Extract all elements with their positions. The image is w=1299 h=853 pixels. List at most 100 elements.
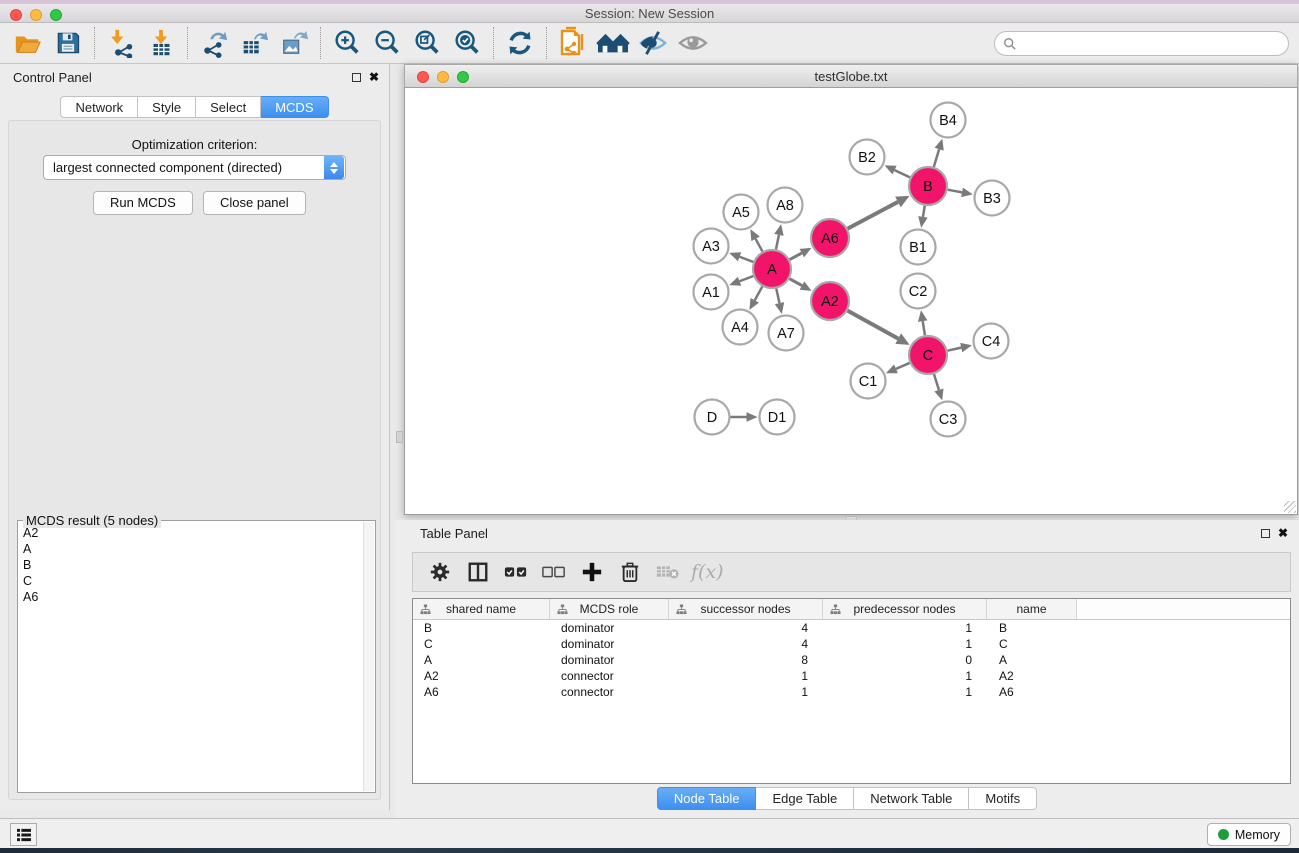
mcds-result-item[interactable]: A2 <box>19 525 362 541</box>
table-row[interactable]: Bdominator41B <box>413 620 1290 636</box>
graph-node-A1[interactable]: A1 <box>694 275 729 310</box>
column-header-shared-name[interactable]: shared name <box>413 599 550 619</box>
cell-predecessor-nodes[interactable]: 1 <box>823 684 987 700</box>
resize-grip-icon[interactable] <box>1284 501 1296 513</box>
show-view-button[interactable] <box>673 25 713 61</box>
graph-node-A6[interactable]: A6 <box>811 219 849 257</box>
tab-motifs[interactable]: Motifs <box>969 787 1037 810</box>
table-row[interactable]: A2connector11A2 <box>413 668 1290 684</box>
graph-edge-C-C4[interactable] <box>948 343 972 352</box>
select-all-button[interactable] <box>499 556 533 588</box>
graph-node-C1[interactable]: C1 <box>851 364 886 399</box>
graph-edge-A-A7[interactable] <box>775 289 784 314</box>
mcds-result-item[interactable]: C <box>19 573 362 589</box>
tab-network[interactable]: Network <box>60 96 138 118</box>
cell-successor-nodes[interactable]: 1 <box>669 668 823 684</box>
cell-mcds-role[interactable]: dominator <box>550 652 669 668</box>
tab-select[interactable]: Select <box>196 96 261 118</box>
table-row[interactable]: Cdominator41C <box>413 636 1290 652</box>
cell-name[interactable]: B <box>987 620 1077 636</box>
graph-edge-B-B1[interactable] <box>918 206 927 228</box>
graph-node-A8[interactable]: A8 <box>768 188 803 223</box>
cell-name[interactable]: A6 <box>987 684 1077 700</box>
graph-node-C[interactable]: C <box>909 336 947 374</box>
close-panel-button[interactable]: Close panel <box>203 191 306 215</box>
graph-edge-D-D1[interactable] <box>731 412 758 422</box>
cell-mcds-role[interactable]: dominator <box>550 620 669 636</box>
graph-edge-A-A2[interactable] <box>790 279 812 291</box>
graph-edge-B-B3[interactable] <box>948 188 973 197</box>
graph-node-B2[interactable]: B2 <box>850 140 885 175</box>
float-panel-icon[interactable] <box>352 73 361 82</box>
graph-edge-B-B4[interactable] <box>934 139 944 167</box>
result-scrollbar[interactable] <box>363 522 374 791</box>
tab-network-table[interactable]: Network Table <box>854 787 969 810</box>
export-network-button[interactable] <box>194 25 234 61</box>
graph-node-D[interactable]: D <box>695 400 730 435</box>
graph-edge-A-A6[interactable] <box>790 248 812 260</box>
cell-successor-nodes[interactable]: 8 <box>669 652 823 668</box>
graph-node-C2[interactable]: C2 <box>901 274 936 309</box>
cell-name[interactable]: C <box>987 636 1077 652</box>
tab-node-table[interactable]: Node Table <box>657 787 757 810</box>
cell-shared-name[interactable]: C <box>413 636 550 652</box>
graph-edge-A-A8[interactable] <box>774 224 783 249</box>
app-titlebar[interactable]: Session: New Session <box>0 4 1299 23</box>
cell-successor-nodes[interactable]: 4 <box>669 636 823 652</box>
cell-mcds-role[interactable]: dominator <box>550 636 669 652</box>
column-header-mcds-role[interactable]: MCDS role <box>550 599 669 619</box>
close-panel-icon[interactable]: ✖ <box>369 70 379 84</box>
cell-mcds-role[interactable]: connector <box>550 684 669 700</box>
export-image-button[interactable] <box>274 25 314 61</box>
search-box[interactable] <box>994 31 1289 56</box>
column-selector-button[interactable] <box>461 556 495 588</box>
float-panel-icon[interactable] <box>1261 529 1270 538</box>
run-mcds-button[interactable]: Run MCDS <box>93 191 193 215</box>
graph-node-B4[interactable]: B4 <box>931 103 966 138</box>
graph-node-A2[interactable]: A2 <box>811 282 849 320</box>
graph-edge-A-A5[interactable] <box>750 229 762 251</box>
import-table-button[interactable] <box>141 25 181 61</box>
cell-shared-name[interactable]: A6 <box>413 684 550 700</box>
zoom-in-button[interactable] <box>327 25 367 61</box>
graph-node-A5[interactable]: A5 <box>724 195 759 230</box>
table-row[interactable]: Adominator80A <box>413 652 1290 668</box>
network-canvas[interactable]: B4B2BB3A5A8A6A3B1AA1C2A2A4A7C4CC1DD1C3 <box>404 88 1298 515</box>
cell-mcds-role[interactable]: connector <box>550 668 669 684</box>
graph-node-A4[interactable]: A4 <box>723 310 758 345</box>
cell-predecessor-nodes[interactable]: 1 <box>823 620 987 636</box>
open-session-button[interactable] <box>8 25 48 61</box>
graph-node-B[interactable]: B <box>909 167 947 205</box>
add-column-button[interactable] <box>575 556 609 588</box>
graph-edge-B-B2[interactable] <box>885 165 910 177</box>
graph-node-C3[interactable]: C3 <box>931 402 966 437</box>
close-panel-icon[interactable]: ✖ <box>1278 526 1288 540</box>
cell-shared-name[interactable]: A <box>413 652 550 668</box>
task-history-button[interactable] <box>10 823 37 846</box>
graph-node-C4[interactable]: C4 <box>974 324 1009 359</box>
cell-predecessor-nodes[interactable]: 1 <box>823 636 987 652</box>
graph-node-B1[interactable]: B1 <box>901 230 936 265</box>
tab-style[interactable]: Style <box>138 96 196 118</box>
tab-mcds[interactable]: MCDS <box>261 96 328 118</box>
mcds-result-item[interactable]: A6 <box>19 589 362 605</box>
table-settings-button[interactable] <box>423 556 457 588</box>
save-session-button[interactable] <box>48 25 88 61</box>
graph-node-A3[interactable]: A3 <box>694 229 729 264</box>
graph-edge-A-A1[interactable] <box>729 276 753 286</box>
mcds-result-item[interactable]: B <box>19 557 362 573</box>
graph-edge-A-A3[interactable] <box>729 252 753 262</box>
function-builder-button[interactable]: f(x) <box>691 561 724 583</box>
graph-edge-C-C3[interactable] <box>934 374 944 400</box>
tab-edge-table[interactable]: Edge Table <box>756 787 854 810</box>
column-header-predecessor-nodes[interactable]: predecessor nodes <box>823 599 987 619</box>
cell-predecessor-nodes[interactable]: 0 <box>823 652 987 668</box>
search-input[interactable] <box>1017 34 1288 54</box>
export-table-button[interactable] <box>234 25 274 61</box>
zoom-selected-button[interactable] <box>447 25 487 61</box>
network-window-titlebar[interactable]: testGlobe.txt <box>404 64 1298 88</box>
apply-layout-button[interactable] <box>500 25 540 61</box>
deselect-all-button[interactable] <box>537 556 571 588</box>
zoom-fit-button[interactable] <box>407 25 447 61</box>
graph-edge-A-A4[interactable] <box>749 287 762 310</box>
